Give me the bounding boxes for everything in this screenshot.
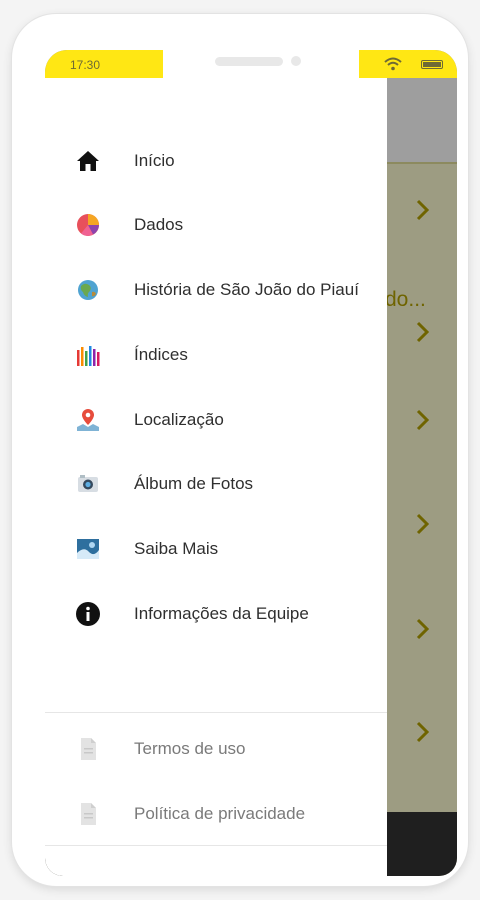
drawer-divider: [45, 712, 387, 713]
chevron-right-icon[interactable]: [415, 408, 431, 432]
bar-index-icon: [75, 342, 101, 368]
chevron-right-icon[interactable]: [415, 720, 431, 744]
drawer-item-indices[interactable]: Índices: [45, 330, 387, 380]
drawer-item-equipe[interactable]: Informações da Equipe: [45, 589, 387, 639]
drawer-item-label: Política de privacidade: [134, 804, 306, 823]
chevron-right-icon[interactable]: [415, 320, 431, 344]
navigation-drawer: Início Dados História de São João do Pia…: [45, 78, 387, 876]
drawer-item-label: Início: [134, 151, 175, 170]
status-bar-left: [45, 50, 177, 78]
info-icon: [75, 601, 101, 627]
drawer-item-saiba-mais[interactable]: Saiba Mais: [45, 524, 387, 574]
drawer-item-label: Álbum de Fotos: [134, 474, 254, 493]
globe-icon: [75, 277, 101, 303]
picture-icon: [75, 536, 101, 562]
drawer-item-album[interactable]: Álbum de Fotos: [45, 459, 387, 509]
wifi-icon: [384, 57, 402, 76]
drawer-item-localizacao[interactable]: Localização: [45, 395, 387, 445]
drawer-item-termos[interactable]: Termos de uso: [45, 724, 387, 774]
drawer-item-label: Informações da Equipe: [134, 604, 309, 623]
background-clipped-text: do...: [385, 288, 426, 311]
drawer-item-label: História de São João do Piauí: [134, 280, 359, 299]
drawer-item-historia[interactable]: História de São João do Piauí: [45, 265, 387, 315]
status-bar: 17:30: [45, 50, 457, 78]
home-icon: [75, 148, 101, 174]
drawer-item-inicio[interactable]: Início: [45, 136, 387, 186]
notch: [163, 50, 359, 78]
pie-chart-icon: [75, 212, 101, 238]
document-icon: [75, 801, 101, 827]
chevron-right-icon[interactable]: [415, 198, 431, 222]
drawer-item-label: Dados: [134, 215, 184, 234]
drawer-divider: [45, 845, 387, 846]
drawer-item-label: Saiba Mais: [134, 539, 219, 558]
speaker: [215, 57, 283, 66]
drawer-item-dados[interactable]: Dados: [45, 200, 387, 250]
drawer-item-label: Termos de uso: [134, 739, 246, 758]
battery-icon: [421, 60, 443, 69]
chevron-right-icon[interactable]: [415, 512, 431, 536]
chevron-right-icon[interactable]: [415, 617, 431, 641]
drawer-item-privacidade[interactable]: Política de privacidade: [45, 789, 387, 839]
camera-dot: [291, 56, 301, 66]
camera-icon: [75, 471, 101, 497]
document-icon: [75, 736, 101, 762]
phone-frame: do... Início Dados História de São João …: [12, 14, 468, 886]
drawer-item-label: Índices: [134, 345, 188, 364]
map-pin-icon: [75, 407, 101, 433]
status-time: 17:30: [70, 58, 101, 72]
screen: do... Início Dados História de São João …: [45, 50, 457, 876]
drawer-item-label: Localização: [134, 410, 224, 429]
